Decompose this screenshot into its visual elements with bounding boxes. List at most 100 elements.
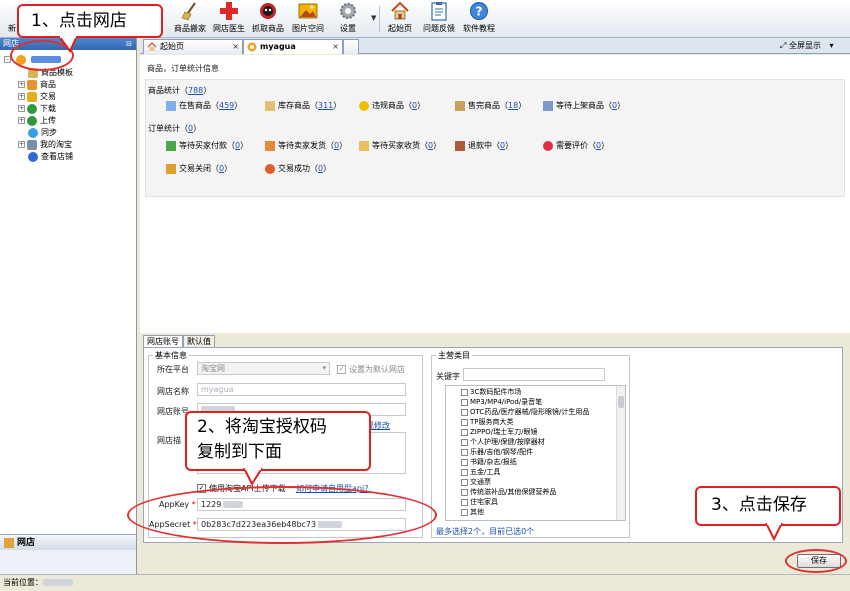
expand-toggle[interactable]: +: [18, 81, 25, 88]
sidebar-footer: [0, 550, 136, 574]
close-tab-icon[interactable]: ×: [232, 40, 239, 53]
shop-doctor-button[interactable]: 网店医生: [211, 0, 247, 38]
tree-item-view-shop[interactable]: 查看店铺: [28, 151, 73, 163]
checkbox-icon: [461, 508, 468, 516]
default-shop-checkbox[interactable]: ✓ 设置为默认网店: [337, 364, 405, 375]
trade-closed-count-link[interactable]: 0: [219, 164, 224, 173]
tab-shop-account[interactable]: 网店账号: [143, 335, 183, 347]
need-review-count-link[interactable]: 0: [596, 141, 601, 150]
basic-info-legend: 基本信息: [155, 351, 187, 360]
settings-button[interactable]: 设置: [331, 0, 365, 38]
shop-section-icon: [4, 537, 14, 548]
await-payment-count-link[interactable]: 0: [235, 141, 240, 150]
move-products-button[interactable]: 商品搬家: [170, 0, 210, 38]
checkbox-icon: [461, 458, 468, 466]
close-tab-icon[interactable]: ×: [332, 40, 339, 53]
location-redacted: [43, 579, 73, 586]
tree-item-my-taobao[interactable]: + 我的淘宝: [18, 139, 72, 151]
home-icon: [391, 1, 409, 20]
expand-toggle[interactable]: +: [18, 141, 25, 148]
help-icon: ?: [470, 2, 488, 20]
category-item[interactable]: 五金/工具: [461, 468, 500, 477]
violation-count-link[interactable]: 0: [412, 101, 417, 110]
globe-icon: [28, 151, 38, 162]
product-stats-heading: 商品统计（788）: [148, 86, 212, 95]
trade-closed-icon: [166, 163, 176, 174]
trade-success-count-link[interactable]: 0: [318, 164, 323, 173]
medical-cross-icon: [220, 2, 238, 20]
stock-count-link[interactable]: 311: [318, 101, 333, 110]
category-scrollbar[interactable]: [616, 386, 625, 520]
tab-default-values[interactable]: 默认值: [183, 335, 215, 347]
pending-listing-count-link[interactable]: 0: [612, 101, 617, 110]
stat-need-review: 需要评价（0）: [543, 140, 609, 151]
category-item[interactable]: 传统滋补品/其他保健营养品: [461, 488, 556, 497]
category-list[interactable]: 3C数码配件市场 MP3/MP4/iPod/录音笔 OTC药品/医疗器械/隐形眼…: [445, 385, 626, 521]
category-item[interactable]: 住宅家具: [461, 498, 498, 507]
start-page-button[interactable]: 起始页: [384, 0, 416, 38]
refunding-count-link[interactable]: 0: [500, 141, 505, 150]
await-shipping-icon: [265, 140, 275, 151]
tree-item-sync[interactable]: 同步: [28, 127, 57, 139]
checkbox-icon: [461, 388, 468, 396]
tab-start-page[interactable]: 起始页 ×: [143, 39, 243, 54]
product-total-link[interactable]: 788: [188, 86, 203, 95]
new-tab-button[interactable]: [343, 39, 359, 54]
on-sale-count-link[interactable]: 459: [219, 101, 234, 110]
tree-item-upload[interactable]: + 上传: [18, 115, 56, 127]
chevron-down-icon[interactable]: ▾: [830, 41, 834, 50]
tab-shop-myagua[interactable]: myagua ×: [243, 39, 343, 54]
image-icon: [298, 3, 318, 19]
image-space-button[interactable]: 图片空间: [290, 0, 326, 38]
category-item[interactable]: MP3/MP4/iPod/录音笔: [461, 398, 542, 407]
tree-item-products[interactable]: + 商品: [18, 79, 56, 91]
category-item[interactable]: TP服务商大类: [461, 418, 514, 427]
settings-dropdown-icon[interactable]: ▼: [371, 14, 376, 22]
default-shop-check-icon: ✓: [337, 365, 346, 374]
checkbox-icon: [461, 468, 468, 476]
stat-on-sale: 在售商品（459）: [166, 100, 242, 111]
platform-select[interactable]: 淘宝网 ▾: [197, 362, 330, 375]
shop-tree-panel: 网店 ⊟ - 商品模板 + 商品 + 交易 + 下载 + 上传 同步 + 我的淘宝 查看店…: [0, 38, 137, 574]
checkbox-icon: [461, 438, 468, 446]
upload-icon: [27, 115, 37, 126]
scrollbar-thumb[interactable]: [618, 396, 624, 408]
order-total-link[interactable]: 0: [188, 124, 193, 133]
category-item[interactable]: 乐器/吉他/钢琴/配件: [461, 448, 533, 457]
category-item[interactable]: 个人护理/保健/按摩器材: [461, 438, 545, 447]
category-legend: 主营类目: [438, 351, 470, 360]
tutorial-button[interactable]: ? 软件教程: [460, 0, 498, 38]
category-item[interactable]: 其他: [461, 508, 484, 517]
expand-toggle[interactable]: +: [18, 93, 25, 100]
shop-name-input[interactable]: myagua: [197, 383, 406, 396]
category-item[interactable]: 3C数码配件市场: [461, 388, 521, 397]
shop-name-label: 网店名称: [157, 387, 189, 396]
tree-item-trades[interactable]: + 交易: [18, 91, 56, 103]
category-item[interactable]: 书籍/杂志/报纸: [461, 458, 517, 467]
await-receipt-count-link[interactable]: 0: [428, 141, 433, 150]
spider-icon: [260, 3, 276, 19]
step1-callout: 1、点击网店: [17, 4, 163, 38]
category-item[interactable]: 交通票: [461, 478, 491, 487]
sold-out-count-link[interactable]: 18: [508, 101, 518, 110]
expand-toggle[interactable]: +: [18, 117, 25, 124]
pin-icon[interactable]: ⊟: [126, 38, 132, 50]
statistics-box: 商品统计（788） 在售商品（459） 库存商品（311） 违规商品（0） 售完…: [145, 79, 845, 197]
fullscreen-toggle[interactable]: ⤢ 全屏显示 ▾: [780, 40, 834, 51]
category-item[interactable]: OTC药品/医疗器械/隐形眼镜/计生用品: [461, 408, 589, 417]
await-shipping-count-link[interactable]: 0: [334, 141, 339, 150]
await-receipt-icon: [359, 140, 369, 151]
grab-products-button[interactable]: 抓取商品: [250, 0, 286, 38]
chevron-down-icon[interactable]: ▾: [322, 363, 326, 374]
await-payment-icon: [166, 140, 176, 151]
sidebar-section-shop[interactable]: 网店: [0, 534, 136, 550]
keyword-input[interactable]: [463, 368, 605, 381]
category-item[interactable]: ZIPPO/瑞士军刀/眼镜: [461, 428, 538, 437]
tree-item-download[interactable]: + 下载: [18, 103, 56, 115]
pending-listing-icon: [543, 100, 553, 111]
expand-toggle[interactable]: +: [18, 105, 25, 112]
stat-refunding: 退款中（0）: [455, 140, 513, 151]
stat-trade-closed: 交易关闭（0）: [166, 163, 232, 174]
feedback-button[interactable]: 问题反馈: [420, 0, 458, 38]
my-taobao-icon: [27, 139, 37, 150]
